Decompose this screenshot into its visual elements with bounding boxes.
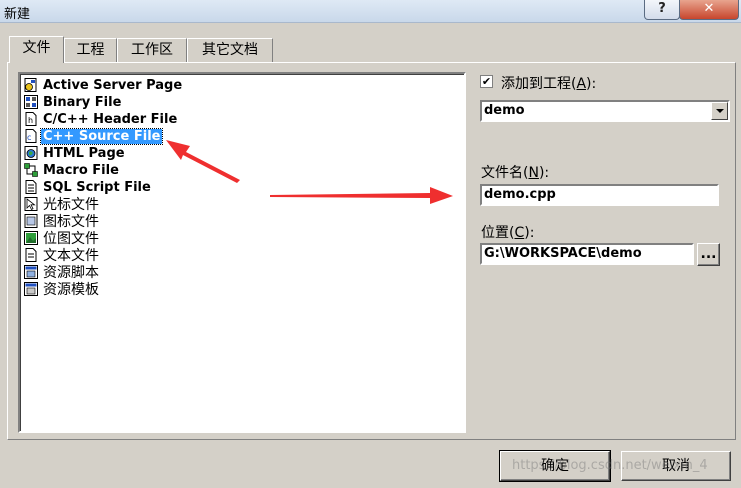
chevron-down-icon[interactable]: [711, 102, 728, 120]
add-to-project-checkbox[interactable]: ✔: [480, 75, 493, 88]
list-item[interactable]: 位图文件: [24, 230, 101, 247]
list-item[interactable]: SQL Script File: [24, 179, 153, 195]
tab-workspaces[interactable]: 工作区: [117, 38, 187, 62]
list-item[interactable]: Active Server Page: [24, 77, 184, 93]
cpp-file-icon: c: [25, 129, 37, 143]
icon-file-icon: [24, 214, 38, 228]
list-item[interactable]: 图标文件: [24, 213, 101, 230]
macro-file-icon: [24, 163, 38, 177]
list-item[interactable]: 资源脚本: [24, 264, 101, 281]
header-file-icon: h: [25, 112, 37, 126]
browse-button[interactable]: ...: [697, 243, 720, 266]
list-item[interactable]: 光标文件: [24, 196, 101, 213]
svg-text:c: c: [27, 133, 31, 142]
list-item[interactable]: 资源模板: [24, 281, 101, 298]
tab-other-documents[interactable]: 其它文档: [187, 38, 273, 62]
watermark: https://blog.csdn.net/weixin_4: [512, 458, 708, 473]
text-file-icon: [25, 248, 37, 262]
project-combo-value: demo: [484, 103, 525, 118]
list-item[interactable]: HTML Page: [24, 145, 127, 161]
window-title: 新建: [4, 7, 31, 22]
sql-file-icon: [25, 180, 37, 194]
binary-file-icon: [24, 95, 38, 109]
svg-text:h: h: [28, 116, 33, 125]
list-item[interactable]: c C++ Source File: [24, 127, 164, 145]
close-button[interactable]: ✕: [679, 0, 739, 20]
filename-label: 文件名(N):: [481, 165, 550, 181]
list-item[interactable]: Macro File: [24, 162, 121, 178]
tab-projects[interactable]: 工程: [64, 38, 117, 62]
location-label: 位置(C):: [481, 225, 535, 241]
file-type-list[interactable]: Active Server Page Binary File h C/C++ H…: [18, 72, 466, 433]
list-item[interactable]: Binary File: [24, 94, 123, 110]
bitmap-file-icon: [24, 231, 38, 245]
help-button[interactable]: ?: [644, 0, 680, 20]
resource-script-icon: [24, 265, 38, 279]
title-bar: 新建 ? ✕: [0, 0, 741, 23]
tab-files[interactable]: 文件: [9, 36, 64, 63]
filename-input[interactable]: demo.cpp: [480, 184, 719, 206]
resource-template-icon: [24, 282, 38, 296]
list-item[interactable]: 文本文件: [24, 247, 101, 264]
location-input[interactable]: G:\WORKSPACE\demo: [480, 243, 694, 265]
cursor-file-icon: [24, 197, 38, 211]
asp-file-icon: [24, 78, 37, 92]
list-item[interactable]: h C/C++ Header File: [24, 111, 179, 127]
add-to-project-label: 添加到工程(A):: [501, 76, 597, 92]
project-combo[interactable]: demo: [480, 100, 730, 122]
html-file-icon: [24, 146, 38, 160]
